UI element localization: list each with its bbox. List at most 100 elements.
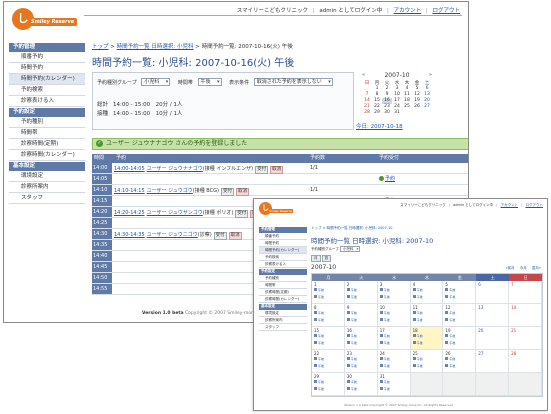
mini-cal-day[interactable]: 31 <box>392 110 402 116</box>
patient-name-link[interactable]: ユーザー ジュウナナゴウ <box>147 166 203 172</box>
morning-slot-link[interactable]: 午前 <box>379 288 390 292</box>
group-select[interactable]: 小児科 <box>339 246 361 252</box>
sidebar-item[interactable]: スタッフ <box>259 324 307 331</box>
calendar-day[interactable]: 23 午前 午後 <box>344 350 378 373</box>
calendar-day[interactable]: 3 午前 午後 <box>377 281 411 304</box>
calendar-day[interactable]: 24 午前 午後 <box>377 350 411 373</box>
sidebar-item[interactable]: 時間帯 <box>9 128 85 139</box>
breadcrumb-top[interactable]: トップ <box>92 44 109 50</box>
breadcrumb-level1[interactable]: 時間予約一覧 日時選択: 小児科 <box>117 44 194 50</box>
accept-button[interactable]: 受付 <box>213 232 227 240</box>
morning-slot-link[interactable]: 午前 <box>412 357 423 361</box>
morning-slot-link[interactable]: 午前 <box>314 380 324 384</box>
accept-button[interactable]: 受付 <box>255 166 269 174</box>
sidebar-item[interactable]: 診察所案内 <box>9 182 85 193</box>
afternoon-slot-link[interactable]: 午後 <box>379 295 390 299</box>
calendar-day[interactable]: 2 午前 午後 <box>344 281 378 304</box>
appointment-time-link[interactable]: 14:00-14:05 <box>114 166 145 172</box>
calendar-day[interactable]: 26 午前 午後 <box>443 350 477 373</box>
sidebar-item[interactable]: 時間予約 <box>9 63 85 74</box>
calendar-day[interactable]: 5 午前 午後 <box>443 281 477 304</box>
app-logo[interactable]: し Smiley Reserve <box>259 202 294 216</box>
calendar-day[interactable]: 7 <box>509 281 542 304</box>
breadcrumb[interactable]: トップ > 時間予約一覧 日時選択: 小児科: 2007-10 <box>311 226 392 231</box>
calendar-day[interactable]: 4 午前 午後 <box>410 281 444 304</box>
sidebar-item[interactable]: 診察所案内 <box>259 317 307 324</box>
morning-slot-link[interactable]: 午前 <box>412 334 423 338</box>
morning-slot-link[interactable]: 午前 <box>412 288 423 292</box>
afternoon-slot-link[interactable]: 午後 <box>379 318 390 322</box>
account-link[interactable]: アカウント <box>394 8 422 14</box>
calendar-day[interactable]: 28 <box>509 350 542 373</box>
calendar-day[interactable]: 11 午前 午後 <box>410 304 444 327</box>
reserve-link[interactable]: 予約 <box>379 175 395 182</box>
morning-slot-link[interactable]: 午前 <box>445 288 455 292</box>
appointment-time-link[interactable]: 14:10-14:15 <box>114 188 145 194</box>
logout-link[interactable]: ログアウト <box>526 203 544 207</box>
calendar-day[interactable]: 15 午前 午後 <box>312 327 345 350</box>
morning-slot-link[interactable]: 午前 <box>346 334 357 338</box>
afternoon-slot-link[interactable]: 午後 <box>379 387 390 391</box>
tab-week[interactable]: 週 <box>321 255 331 262</box>
calendar-day[interactable]: 9 午前 午後 <box>344 304 378 327</box>
appointment-time-link[interactable]: 14:20-14:25 <box>114 210 145 216</box>
calendar-day[interactable]: 21 <box>509 327 542 350</box>
afternoon-slot-link[interactable]: 午後 <box>346 387 357 391</box>
sidebar-item[interactable]: 診察時間(定期) <box>9 139 85 150</box>
afternoon-slot-link[interactable]: 午後 <box>314 387 324 391</box>
accept-button[interactable]: 受付 <box>220 188 234 196</box>
morning-slot-link[interactable]: 午前 <box>379 334 390 338</box>
app-logo[interactable]: し Smiley Reserve <box>12 8 78 30</box>
morning-slot-link[interactable]: 午前 <box>379 380 390 384</box>
mini-cal-day[interactable]: 30 <box>382 110 392 116</box>
mini-cal-next[interactable]: » <box>429 72 432 78</box>
prev-month-link[interactable]: «前月 <box>505 266 514 270</box>
morning-slot-link[interactable]: 午前 <box>379 357 390 361</box>
afternoon-slot-link[interactable]: 午後 <box>379 341 390 345</box>
morning-slot-link[interactable]: 午前 <box>314 357 324 361</box>
calendar-day[interactable]: 30 午前 午後 <box>344 373 378 396</box>
calendar-day[interactable]: 22 午前 午後 <box>312 350 345 373</box>
patient-name-link[interactable]: ユーザー ジュウゴウ <box>147 188 193 194</box>
sidebar-item[interactable]: スタッフ <box>9 193 85 204</box>
sidebar-item[interactable]: 時間予約(カレンダー) <box>9 74 85 85</box>
afternoon-slot-link[interactable]: 午後 <box>445 341 455 345</box>
calendar-day[interactable]: 8 午前 午後 <box>312 304 345 327</box>
calendar-day[interactable]: 13 <box>476 304 510 327</box>
sidebar-item[interactable]: 予約種別 <box>259 275 307 282</box>
sidebar-item[interactable]: 環境設定 <box>9 171 85 182</box>
afternoon-slot-link[interactable]: 午後 <box>346 364 357 368</box>
sidebar-item[interactable]: 予約検索 <box>9 85 85 96</box>
calendar-day[interactable]: 27 <box>476 350 510 373</box>
cancel-button[interactable]: 取消 <box>270 166 284 174</box>
sidebar-item[interactable]: 診察時間(定期) <box>259 289 307 296</box>
afternoon-slot-link[interactable]: 午後 <box>314 318 324 322</box>
morning-slot-link[interactable]: 午前 <box>314 288 324 292</box>
accept-button[interactable]: 受付 <box>235 210 249 218</box>
afternoon-slot-link[interactable]: 午後 <box>314 295 324 299</box>
display-select[interactable]: 取消された予約を表示しない <box>253 78 333 86</box>
account-link[interactable]: アカウント <box>501 203 519 207</box>
morning-slot-link[interactable]: 午前 <box>314 311 324 315</box>
calendar-day[interactable]: 10 午前 午後 <box>377 304 411 327</box>
mini-cal-day[interactable]: 28 <box>362 110 372 116</box>
sidebar-item[interactable]: 環境設定 <box>259 310 307 317</box>
sidebar-item[interactable]: 時間予約(カレンダー) <box>259 247 307 254</box>
afternoon-slot-link[interactable]: 午後 <box>412 295 423 299</box>
calendar-day[interactable]: 14 <box>509 304 542 327</box>
calendar-day[interactable]: 31 午前 午後 <box>377 373 411 396</box>
afternoon-slot-link[interactable]: 午後 <box>445 318 455 322</box>
logout-link[interactable]: ログアウト <box>432 8 460 14</box>
morning-slot-link[interactable]: 午前 <box>445 357 455 361</box>
afternoon-slot-link[interactable]: 午後 <box>314 341 324 345</box>
sidebar-item[interactable]: 診察表ける入 <box>9 96 85 107</box>
afternoon-slot-link[interactable]: 午後 <box>412 341 423 345</box>
morning-slot-link[interactable]: 午前 <box>445 334 455 338</box>
this-month-link[interactable]: 今月 <box>520 266 527 270</box>
afternoon-slot-link[interactable]: 午後 <box>412 364 423 368</box>
afternoon-slot-link[interactable]: 午後 <box>445 295 455 299</box>
calendar-day[interactable]: 1 午前 午後 <box>312 281 345 304</box>
calendar-day[interactable]: 19 午前 午後 <box>443 327 477 350</box>
afternoon-slot-link[interactable]: 午後 <box>346 341 357 345</box>
morning-slot-link[interactable]: 午前 <box>346 288 357 292</box>
